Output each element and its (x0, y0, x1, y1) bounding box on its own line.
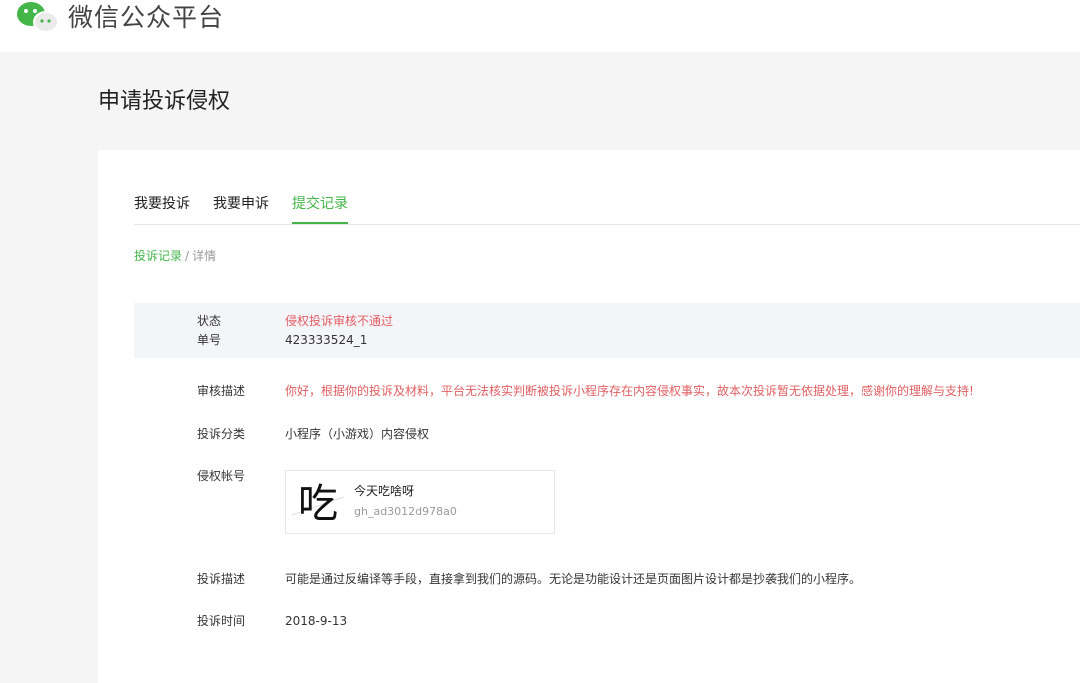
tab-records[interactable]: 提交记录 (292, 194, 348, 224)
account-name: 今天吃啥呀 (354, 484, 415, 498)
avatar-glyph: 吃 (298, 481, 338, 527)
time-label: 投诉时间 (197, 614, 246, 628)
tab-complain[interactable]: 我要投诉 (134, 194, 190, 224)
complaint-value: 可能是通过反编译等手段，直接拿到我们的源码。无论是功能设计还是页面图片设计都是抄… (285, 572, 862, 586)
account-avatar: 吃 (290, 475, 346, 529)
top-bar: 微信公众平台 (0, 0, 1080, 52)
status-value: 侵权投诉审核不通过 (285, 314, 394, 328)
status-summary (134, 303, 1080, 358)
content-card: 我要投诉 我要申诉 提交记录 投诉记录 / 详情 状态 侵权投诉审核不通过 单号 4… (98, 150, 1080, 683)
app-title[interactable]: 微信公众平台 (68, 2, 224, 34)
review-value: 你好，根据你的投诉及材料，平台无法核实判断被投诉小程序存在内容侵权事实，故本次投… (285, 384, 974, 398)
order-label: 单号 (197, 333, 222, 347)
complaint-label: 投诉描述 (197, 572, 246, 586)
breadcrumb-records-link[interactable]: 投诉记录 (134, 249, 182, 263)
page-title: 申请投诉侵权 (98, 89, 231, 114)
status-label: 状态 (197, 314, 222, 328)
wechat-logo-icon[interactable] (14, 0, 62, 36)
account-label: 侵权帐号 (197, 469, 246, 483)
tab-appeal[interactable]: 我要申诉 (213, 194, 269, 224)
review-label: 审核描述 (197, 384, 246, 398)
time-value: 2018-9-13 (285, 614, 348, 628)
infringing-account-card[interactable]: 吃 今天吃啥呀 gh_ad3012d978a0 (285, 470, 555, 534)
category-value: 小程序（小游戏）内容侵权 (285, 427, 430, 441)
breadcrumb-current: 详情 (192, 249, 217, 263)
breadcrumb: 投诉记录 / 详情 (134, 248, 216, 264)
order-value: 423333524_1 (285, 333, 368, 347)
account-id: gh_ad3012d978a0 (354, 505, 457, 518)
tab-bar: 我要投诉 我要申诉 提交记录 (134, 190, 1080, 225)
breadcrumb-separator: / (185, 249, 190, 263)
category-label: 投诉分类 (197, 427, 246, 441)
